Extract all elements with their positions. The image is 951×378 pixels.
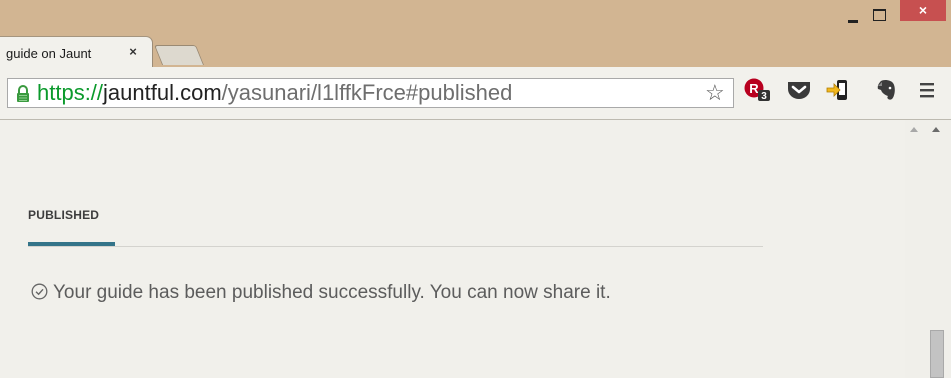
published-section-title: PUBLISHED (28, 208, 100, 222)
active-tab-indicator (28, 242, 115, 246)
url-scheme: https:// (37, 80, 104, 105)
tab-close-icon[interactable]: × (126, 45, 140, 59)
hamburger-menu-icon[interactable] (918, 78, 936, 102)
bookmark-star-icon[interactable]: ☆ (705, 82, 725, 104)
rakuten-extension-icon[interactable]: R 3 (744, 78, 772, 102)
svg-text:R: R (749, 81, 759, 96)
url-host: jauntful.com (103, 80, 222, 105)
address-bar[interactable]: https://jauntful.com/yasunari/l1lffkFrce… (7, 78, 734, 108)
vertical-scrollbar[interactable] (905, 120, 951, 378)
url-path: /yasunari/l1lffkFrce#published (221, 80, 513, 105)
new-tab-button[interactable] (153, 45, 205, 65)
window-maximize-button[interactable] (873, 9, 886, 21)
success-message-text: Your guide has been published successful… (53, 282, 611, 303)
section-divider (28, 246, 763, 247)
window-close-button[interactable]: × (900, 0, 946, 21)
pushbullet-icon[interactable] (826, 78, 850, 102)
publish-success-message: Your guide has been published successful… (31, 282, 611, 304)
rakuten-badge: 3 (761, 91, 767, 102)
check-circle-icon (31, 283, 48, 300)
evernote-icon[interactable] (876, 78, 898, 102)
lock-icon[interactable] (15, 85, 31, 103)
pocket-icon[interactable] (786, 78, 812, 102)
scrollbar-thumb[interactable] (930, 330, 944, 378)
page-content: PUBLISHED Your guide has been published … (0, 120, 905, 378)
browser-title-bar: guide on Jaunt × × (0, 0, 951, 75)
scroll-up-arrow-icon-secondary[interactable] (932, 127, 940, 132)
tab-title-fade (96, 41, 128, 63)
url-text[interactable]: https://jauntful.com/yasunari/l1lffkFrce… (37, 81, 512, 105)
window-minimize-button[interactable] (848, 20, 858, 23)
scroll-up-arrow-icon[interactable] (910, 127, 918, 132)
browser-tab[interactable]: guide on Jaunt × (0, 36, 153, 67)
